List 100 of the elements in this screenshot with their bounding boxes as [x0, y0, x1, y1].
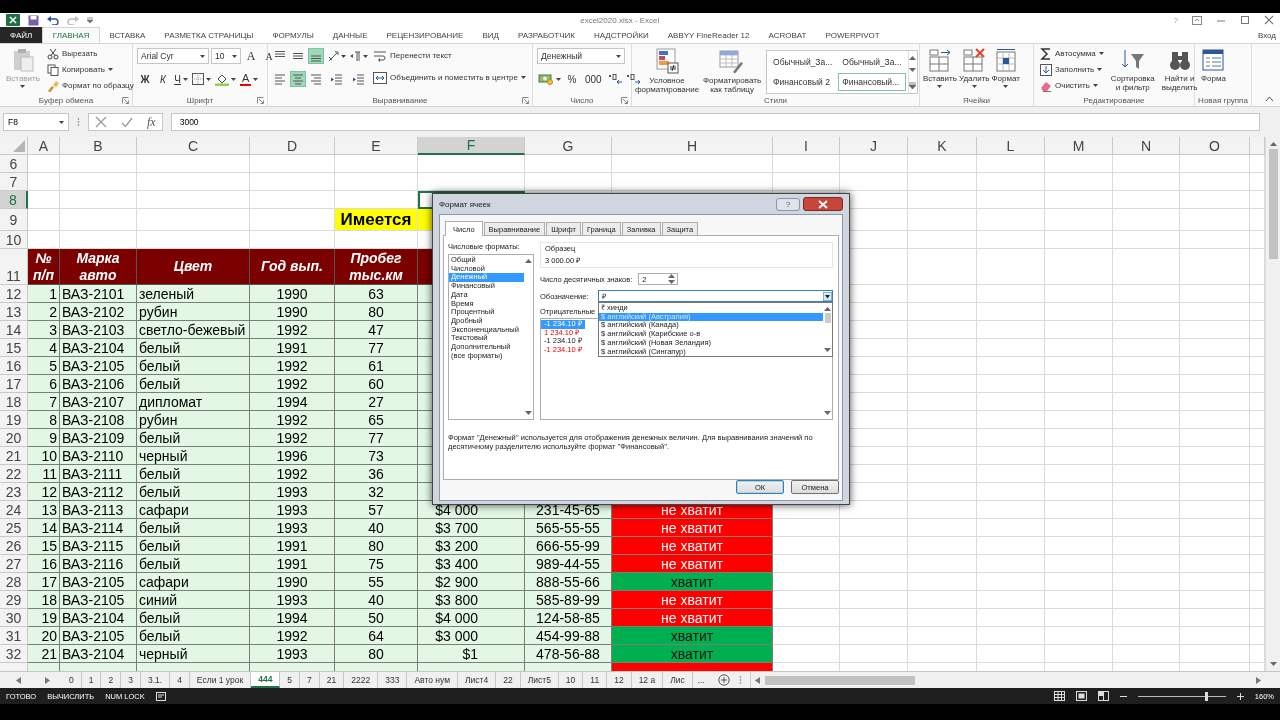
- status-cell: не хватит: [612, 591, 773, 609]
- table-cell: белый: [137, 357, 250, 375]
- table-cell: 1: [28, 285, 60, 303]
- table-cell: 7: [28, 393, 60, 411]
- table-cell: 1994: [250, 609, 335, 627]
- column-title: № п/п: [28, 249, 60, 285]
- table-cell: белый: [137, 339, 250, 357]
- table-cell: 454-99-88: [525, 627, 612, 645]
- table-cell: 4: [28, 339, 60, 357]
- table-cell: 1990: [250, 573, 335, 591]
- dialog-title: Формат ячеек: [439, 199, 492, 209]
- table-cell: ВАЗ-2116: [60, 555, 137, 573]
- table-cell: 5: [28, 357, 60, 375]
- table-cell: 80: [335, 537, 418, 555]
- table-cell: 13: [28, 501, 60, 519]
- table-cell: ВАЗ-2103: [60, 321, 137, 339]
- table-cell: 989-44-55: [525, 555, 612, 573]
- table-cell: ВАЗ-2104: [60, 339, 137, 357]
- table-cell: 1994: [250, 393, 335, 411]
- table-cell: 14: [28, 519, 60, 537]
- status-cell: не хватит: [612, 519, 773, 537]
- table-cell: 77: [335, 429, 418, 447]
- status-cell: хватит: [612, 645, 773, 663]
- table-cell: 2: [28, 303, 60, 321]
- table-cell: ВАЗ-2105: [60, 357, 137, 375]
- table-cell: ВАЗ-2111: [60, 465, 137, 483]
- table-cell: 666-55-99: [525, 537, 612, 555]
- table-cell: $2 900: [418, 573, 525, 591]
- table-cell: 57: [335, 501, 418, 519]
- table-cell: 80: [335, 303, 418, 321]
- table-cell: 47: [335, 321, 418, 339]
- table-cell: 20: [28, 627, 60, 645]
- table-cell: 8: [28, 411, 60, 429]
- table-cell: 1990: [250, 303, 335, 321]
- table-cell: ВАЗ-2105: [60, 627, 137, 645]
- table-cell: 1992: [250, 357, 335, 375]
- table-cell: 11: [28, 465, 60, 483]
- table-cell: 1992: [250, 465, 335, 483]
- table-cell: белый: [137, 483, 250, 501]
- group-caption: Редактирование: [1083, 95, 1145, 105]
- table-cell: 1992: [250, 627, 335, 645]
- table-cell: 10: [28, 447, 60, 465]
- column-title: Марка авто: [60, 249, 137, 285]
- table-cell: синий: [137, 591, 250, 609]
- group-caption: Буфер обмена: [38, 95, 94, 105]
- table-cell: 1990: [250, 285, 335, 303]
- table-cell: 124-58-85: [525, 609, 612, 627]
- table-cell: 12: [28, 483, 60, 501]
- table-cell: 50: [335, 609, 418, 627]
- table-cell: ВАЗ-2104: [60, 609, 137, 627]
- table-cell: 32: [335, 483, 418, 501]
- table-cell: белый: [137, 627, 250, 645]
- table-cell: 9: [28, 429, 60, 447]
- table-cell: 1993: [250, 501, 335, 519]
- table-cell: 17: [28, 573, 60, 591]
- group-caption: Стили: [763, 95, 787, 105]
- table-cell: 1992: [250, 375, 335, 393]
- table-cell: 40: [335, 591, 418, 609]
- table-cell: ВАЗ-2105: [60, 591, 137, 609]
- table-cell: рубин: [137, 303, 250, 321]
- status-cell: хватит: [612, 573, 773, 591]
- table-cell: белый: [137, 609, 250, 627]
- table-cell: 65: [335, 411, 418, 429]
- table-cell: 1993: [250, 519, 335, 537]
- table-cell: ВАЗ-2112: [60, 483, 137, 501]
- table-cell: 1992: [250, 411, 335, 429]
- table-cell: белый: [137, 429, 250, 447]
- table-cell: ВАЗ-2105: [60, 573, 137, 591]
- table-cell: 27: [335, 393, 418, 411]
- table-cell: 1991: [250, 537, 335, 555]
- status-cell: не хватит: [612, 609, 773, 627]
- table-cell: сафари: [137, 501, 250, 519]
- window-title: excel2020.xlsx - Excel: [579, 15, 661, 25]
- table-cell: 60: [335, 375, 418, 393]
- table-cell: 1996: [250, 447, 335, 465]
- table-cell: белый: [137, 519, 250, 537]
- table-cell: 3: [28, 321, 60, 339]
- table-cell: $3 000: [418, 627, 525, 645]
- table-cell: ВАЗ-2113: [60, 501, 137, 519]
- table-cell: 6: [28, 375, 60, 393]
- group-caption: Шрифт: [186, 95, 214, 105]
- table-cell: белый: [137, 537, 250, 555]
- table-cell: 888-55-66: [525, 573, 612, 591]
- table-cell: ВАЗ-2114: [60, 519, 137, 537]
- table-cell: светло-бежевый: [137, 321, 250, 339]
- table-cell: 64: [335, 627, 418, 645]
- table-cell: дипломат: [137, 393, 250, 411]
- table-cell: белый: [137, 465, 250, 483]
- group-caption: Новая группа: [1198, 95, 1248, 105]
- table-cell: 21: [28, 645, 60, 663]
- table-cell: 1992: [250, 429, 335, 447]
- group-caption: Выравнивание: [372, 95, 428, 105]
- table-cell: ВАЗ-2101: [60, 285, 137, 303]
- table-cell: 565-55-55: [525, 519, 612, 537]
- table-cell: ВАЗ-2102: [60, 303, 137, 321]
- table-cell: 80: [335, 645, 418, 663]
- table-cell: $3 700: [418, 519, 525, 537]
- table-cell: ВАЗ-2107: [60, 393, 137, 411]
- table-cell: черный: [137, 645, 250, 663]
- table-cell: 77: [335, 339, 418, 357]
